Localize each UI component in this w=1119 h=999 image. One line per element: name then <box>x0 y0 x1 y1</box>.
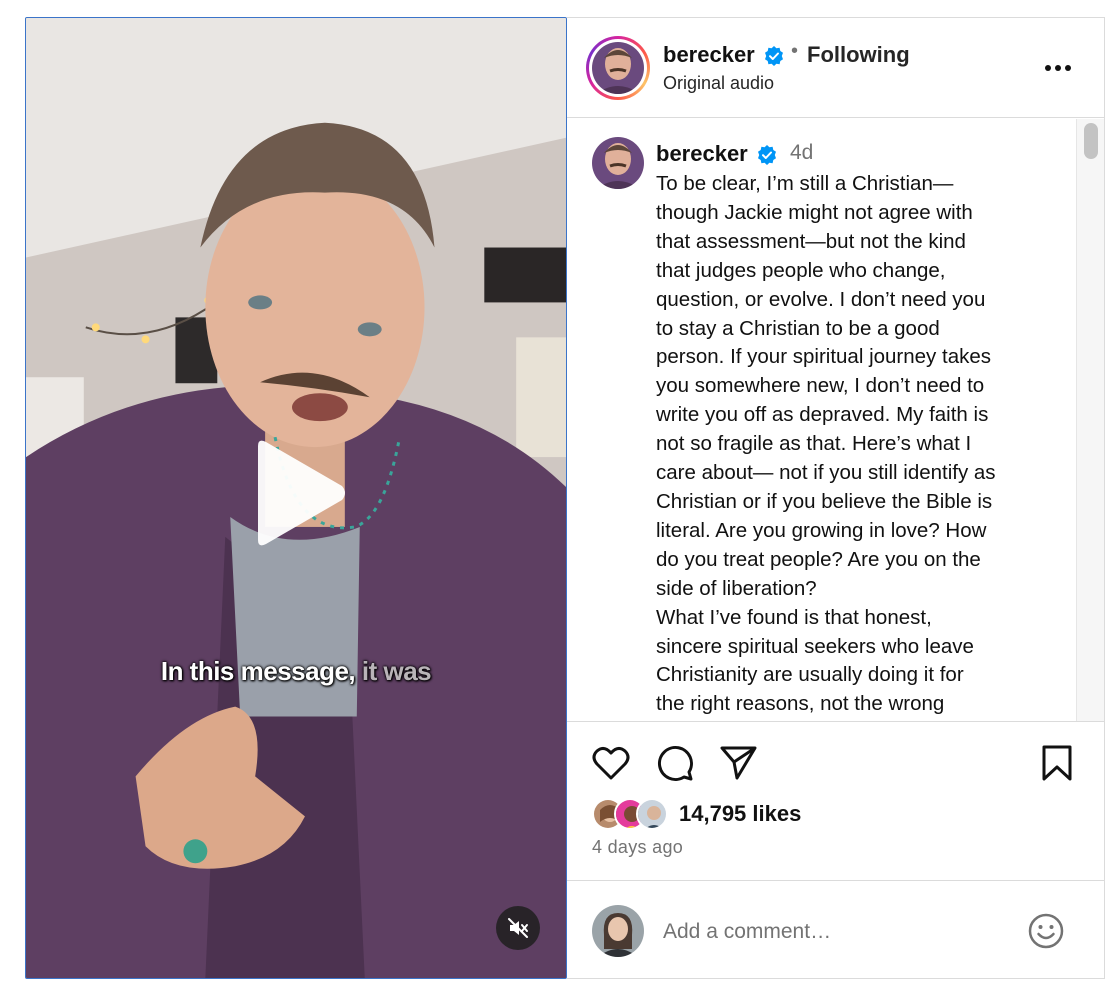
emoji-button[interactable] <box>1026 911 1066 951</box>
scrollbar-thumb[interactable] <box>1084 123 1098 159</box>
following-button[interactable]: Following <box>807 42 910 68</box>
video-player[interactable]: In this message, it was <box>25 17 567 979</box>
post-panel: berecker • Following Original audio bere… <box>567 17 1105 979</box>
post-header: berecker • Following Original audio <box>567 18 1104 118</box>
emoji-icon <box>1028 913 1064 949</box>
verified-badge-icon <box>765 46 783 66</box>
original-audio-link[interactable]: Original audio <box>663 73 774 94</box>
subtitle-upcoming: it was <box>355 656 432 686</box>
likes-row: 14,795 likes <box>592 798 992 832</box>
post-time[interactable]: 4 days ago <box>592 837 683 858</box>
caption-timestamp[interactable]: 4d <box>790 141 813 165</box>
likes-count[interactable]: 14,795 likes <box>679 801 801 827</box>
comment-input[interactable] <box>663 915 993 949</box>
action-bar <box>567 743 1104 793</box>
bookmark-icon <box>1042 745 1072 781</box>
comment-button[interactable] <box>655 743 695 783</box>
play-button[interactable] <box>248 438 348 548</box>
comment-icon <box>658 746 693 781</box>
share-button[interactable] <box>719 743 759 783</box>
verified-badge-icon <box>758 145 776 165</box>
caption-text: To be clear, I’m still a Christian— thou… <box>656 172 996 716</box>
separator-dot: • <box>791 40 799 62</box>
caption-scrollbar[interactable] <box>1076 119 1104 721</box>
mute-toggle-button[interactable] <box>496 906 540 950</box>
like-button[interactable] <box>591 743 631 783</box>
more-options-icon <box>1045 65 1071 71</box>
muted-speaker-icon <box>508 918 528 938</box>
current-user-avatar <box>592 905 644 957</box>
comment-bar <box>567 880 1104 980</box>
video-subtitle: In this message, it was <box>26 656 566 687</box>
caption-username[interactable]: berecker <box>656 141 748 167</box>
share-icon <box>720 746 757 780</box>
play-icon <box>258 440 345 546</box>
subtitle-spoken: In this message, <box>160 656 356 686</box>
author-username[interactable]: berecker <box>663 42 755 68</box>
caption-scroll-area[interactable]: berecker 4d To be clear, I’m still a Chr… <box>567 119 1104 722</box>
caption-author-avatar[interactable] <box>592 137 644 189</box>
liker-avatar[interactable] <box>636 798 668 830</box>
heart-icon <box>592 746 630 780</box>
author-avatar[interactable] <box>586 36 650 100</box>
save-button[interactable] <box>1037 743 1077 783</box>
more-options-button[interactable] <box>1042 52 1074 84</box>
